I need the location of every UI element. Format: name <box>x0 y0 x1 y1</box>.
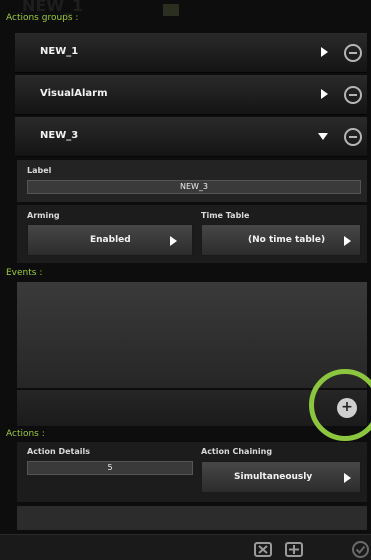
group-row-visualalarm[interactable]: VisualAlarm <box>15 75 367 115</box>
expand-arrow-icon[interactable] <box>321 47 328 57</box>
events-label: Events : <box>6 268 43 278</box>
group-name: VisualAlarm <box>40 88 108 99</box>
add-icon[interactable] <box>285 542 303 557</box>
actions-panel: Action Details Action Chaining 5 Simulta… <box>17 442 367 502</box>
group-name: NEW_3 <box>40 130 79 141</box>
timetable-title: Time Table <box>201 211 250 220</box>
remove-group-icon[interactable] <box>344 128 362 146</box>
dropdown-arrow-icon <box>344 473 351 483</box>
group-row-new-1[interactable]: NEW_1 <box>15 33 367 73</box>
action-chaining-dropdown[interactable]: Simultaneously <box>201 461 361 493</box>
timetable-dropdown[interactable]: (No time table) <box>201 224 361 256</box>
dropdown-arrow-icon <box>170 236 177 246</box>
actions-groups-label: Actions groups : <box>6 13 79 23</box>
confirm-icon[interactable] <box>352 541 369 558</box>
action-details-input[interactable]: 5 <box>27 461 193 475</box>
highlight-ring <box>309 369 371 441</box>
action-details-title: Action Details <box>27 447 91 456</box>
arming-dropdown[interactable]: Enabled <box>27 224 193 256</box>
remove-group-icon[interactable] <box>344 86 362 104</box>
timetable-value: (No time table) <box>248 235 326 245</box>
remove-group-icon[interactable] <box>344 44 362 62</box>
action-chaining-title: Action Chaining <box>201 447 273 456</box>
group-row-new-3[interactable]: NEW_3 <box>15 117 367 157</box>
arming-value: Enabled <box>90 235 131 245</box>
label-panel: Label NEW_3 <box>17 160 367 202</box>
group-name: NEW_1 <box>40 46 79 57</box>
collapse-arrow-icon[interactable] <box>318 133 328 140</box>
label-title: Label <box>27 166 52 175</box>
label-input[interactable]: NEW_3 <box>27 180 361 194</box>
action-chaining-value: Simultaneously <box>234 472 313 482</box>
events-list[interactable] <box>17 282 367 388</box>
arming-title: Arming <box>27 211 60 220</box>
bottom-toolbar <box>0 534 371 560</box>
dropdown-arrow-icon <box>344 236 351 246</box>
arming-panel: Arming Time Table Enabled (No time table… <box>17 205 367 263</box>
cancel-icon[interactable] <box>254 542 272 557</box>
actions-label: Actions : <box>6 429 45 439</box>
header-icon-ghost <box>163 4 179 16</box>
actions-list[interactable] <box>17 506 367 530</box>
expand-arrow-icon[interactable] <box>321 89 328 99</box>
